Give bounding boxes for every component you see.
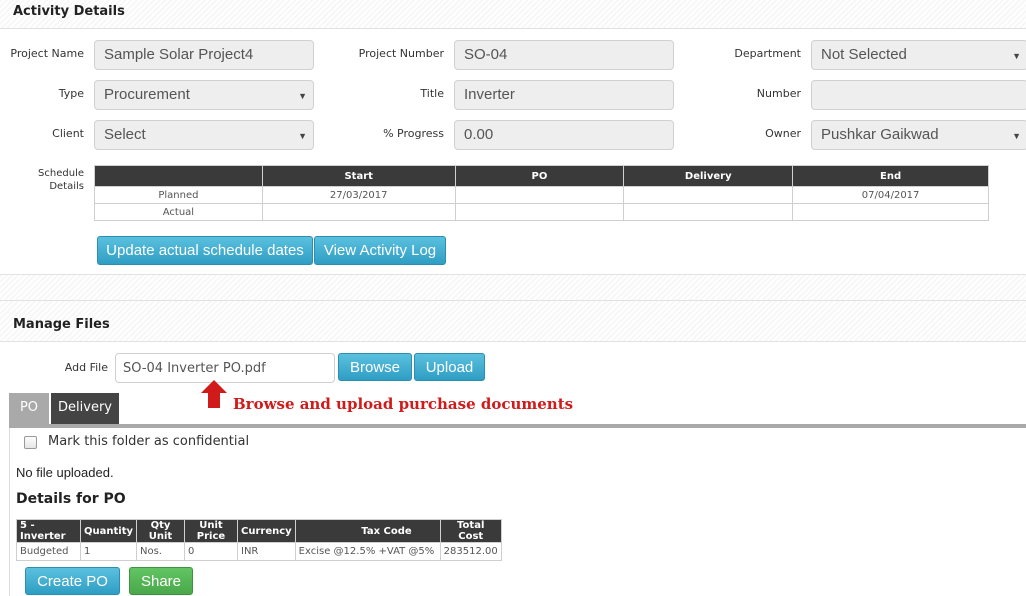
po-details-table: 5 - Inverter Quantity Qty Unit Unit Pric… — [16, 519, 502, 561]
owner-value: Pushkar Gaikwad — [821, 126, 939, 143]
type-select[interactable]: Procurement ▼ — [94, 80, 314, 110]
create-po-button[interactable]: Create PO — [25, 567, 120, 595]
activity-details-title: Activity Details — [13, 4, 125, 19]
department-select[interactable]: Not Selected ▼ — [811, 40, 1026, 70]
table-cell[interactable] — [792, 203, 989, 221]
table-row: Actual — [94, 203, 989, 221]
po-header: 5 - Inverter — [16, 519, 81, 543]
owner-select[interactable]: Pushkar Gaikwad ▼ — [811, 120, 1026, 150]
share-button[interactable]: Share — [129, 567, 193, 595]
arrow-up-icon — [201, 380, 227, 408]
view-activity-log-button[interactable]: View Activity Log — [314, 236, 446, 265]
po-header: Quantity — [80, 519, 137, 543]
browse-button[interactable]: Browse — [338, 353, 412, 381]
confidential-label: Mark this folder as confidential — [48, 434, 250, 449]
schedule-header — [94, 165, 263, 187]
chevron-down-icon: ▼ — [1012, 51, 1021, 61]
table-cell: Excise @12.5% +VAT @5% — [294, 542, 441, 561]
client-label: Client — [52, 127, 84, 140]
schedule-header: End — [792, 165, 989, 187]
file-name-input[interactable]: SO-04 Inverter PO.pdf — [115, 353, 335, 383]
po-header-row: 5 - Inverter Quantity Qty Unit Unit Pric… — [16, 519, 502, 543]
table-cell: Nos. — [136, 542, 185, 561]
progress-label: % Progress — [383, 127, 444, 140]
table-cell[interactable]: 07/04/2017 — [792, 186, 989, 204]
upload-button[interactable]: Upload — [414, 353, 485, 381]
table-cell[interactable] — [454, 186, 625, 204]
title-label: Title — [420, 87, 444, 100]
owner-label: Owner — [765, 127, 801, 140]
schedule-header: Delivery — [623, 165, 794, 187]
table-row: Budgeted 1 Nos. 0 INR Excise @12.5% +VAT… — [16, 542, 502, 561]
table-cell: Actual — [94, 203, 263, 221]
chevron-down-icon: ▼ — [298, 131, 307, 141]
schedule-table: Start PO Delivery End Planned 27/03/2017… — [94, 165, 989, 221]
upload-annotation: Browse and upload purchase documents — [233, 395, 574, 413]
department-label: Department — [734, 47, 801, 60]
table-cell: 283512.00 — [439, 542, 502, 561]
manage-files-title: Manage Files — [13, 317, 110, 332]
schedule-header-row: Start PO Delivery End — [94, 165, 989, 187]
table-cell[interactable] — [623, 203, 794, 221]
table-cell: INR — [237, 542, 296, 561]
table-cell[interactable]: 27/03/2017 — [261, 186, 456, 204]
details-title: Details for PO — [16, 491, 126, 507]
confidential-checkbox[interactable] — [24, 436, 37, 449]
chevron-down-icon: ▼ — [1012, 131, 1021, 141]
chevron-down-icon: ▼ — [298, 91, 307, 101]
number-field[interactable] — [811, 80, 1026, 110]
title-field[interactable]: Inverter — [454, 80, 674, 110]
table-cell: Budgeted — [16, 542, 81, 561]
table-row: Planned 27/03/2017 07/04/2017 — [94, 186, 989, 204]
table-cell: 1 — [80, 542, 137, 561]
po-header: Unit Price — [184, 519, 238, 543]
table-cell: 0 — [184, 542, 238, 561]
po-header: Tax Code — [294, 519, 441, 543]
table-cell[interactable] — [623, 186, 794, 204]
client-select[interactable]: Select ▼ — [94, 120, 314, 150]
schedule-header: PO — [454, 165, 625, 187]
project-number-label: Project Number — [358, 47, 444, 60]
progress-field[interactable]: 0.00 — [454, 120, 674, 150]
section-divider — [0, 274, 1026, 300]
table-cell[interactable] — [454, 203, 625, 221]
type-label: Type — [58, 87, 84, 100]
tab-po[interactable]: PO — [9, 393, 49, 424]
table-cell: Planned — [94, 186, 263, 204]
type-value: Procurement — [104, 86, 190, 103]
po-header: Qty Unit — [136, 519, 185, 543]
activity-details-header: Activity Details — [0, 0, 1026, 29]
po-header: Currency — [237, 519, 296, 543]
client-value: Select — [104, 126, 146, 143]
update-schedule-button[interactable]: Update actual schedule dates — [97, 236, 313, 265]
schedule-header: Start — [261, 165, 456, 187]
manage-files-header: Manage Files — [0, 300, 1026, 342]
project-name-field[interactable]: Sample Solar Project4 — [94, 40, 314, 70]
schedule-label: Schedule Details — [0, 167, 84, 193]
no-file-text: No file uploaded. — [16, 465, 114, 480]
number-label: Number — [756, 87, 801, 100]
table-cell[interactable] — [261, 203, 456, 221]
project-name-label: Project Name — [10, 47, 84, 60]
schedule-label-line2: Details — [49, 181, 84, 192]
project-number-field[interactable]: SO-04 — [454, 40, 674, 70]
schedule-label-line1: Schedule — [38, 168, 84, 179]
add-file-label: Add File — [64, 361, 108, 374]
department-value: Not Selected — [821, 46, 907, 63]
po-header: Total Cost — [439, 519, 502, 543]
tab-delivery[interactable]: Delivery — [51, 393, 119, 424]
